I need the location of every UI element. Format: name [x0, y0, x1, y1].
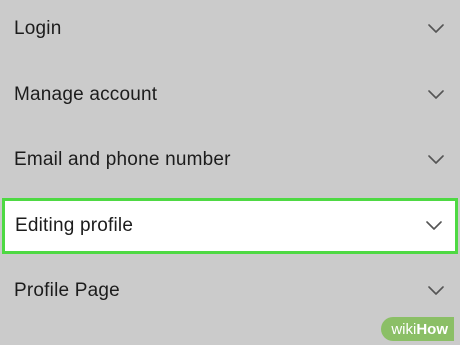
chevron-down-icon[interactable]	[428, 286, 444, 296]
list-item-email-phone[interactable]: Email and phone number	[0, 133, 460, 187]
watermark-how: How	[416, 320, 448, 338]
list-item-label: Editing profile	[15, 215, 134, 236]
list-item-label: Manage account	[14, 84, 158, 105]
settings-page: Login Manage account Email and phone num…	[0, 0, 460, 345]
wikihow-watermark: wiki How	[381, 317, 454, 341]
list-item-profile-page[interactable]: Profile Page	[0, 264, 460, 318]
list-item-manage-account[interactable]: Manage account	[0, 68, 460, 122]
list-item-login[interactable]: Login	[0, 2, 460, 56]
chevron-down-icon[interactable]	[428, 90, 444, 100]
watermark-wiki: wiki	[391, 320, 417, 338]
list-item-label: Email and phone number	[14, 149, 231, 170]
chevron-down-icon[interactable]	[428, 24, 444, 34]
list-item-label: Login	[14, 18, 62, 39]
list-item-label: Profile Page	[14, 280, 120, 301]
chevron-down-icon[interactable]	[428, 155, 444, 165]
list-item-editing-profile[interactable]: Editing profile	[2, 198, 458, 254]
chevron-down-icon[interactable]	[426, 221, 442, 231]
